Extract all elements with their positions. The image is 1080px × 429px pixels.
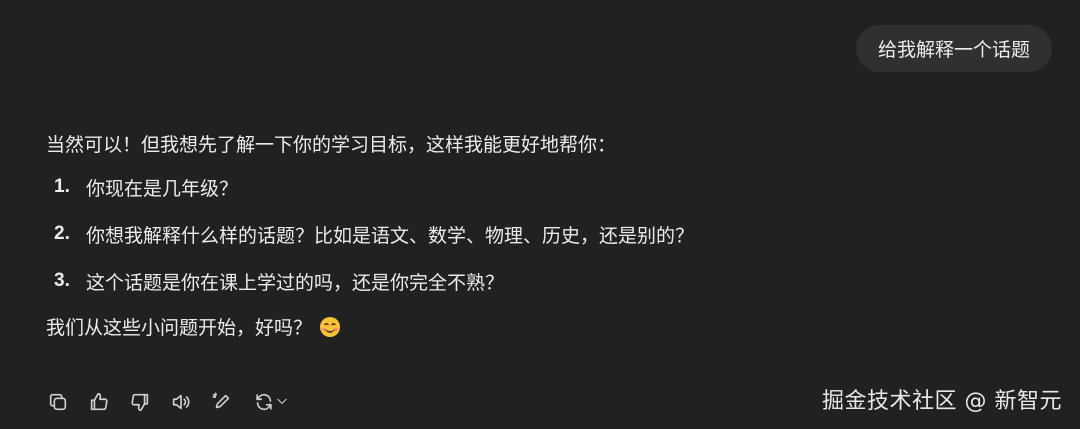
- reply-outro-text: 我们从这些小问题开始，好吗？: [46, 317, 313, 339]
- user-message-text: 给我解释一个话题: [877, 39, 1030, 61]
- assistant-reply: 当然可以！但我想先了解一下你的学习目标，这样我能更好地帮你： 1. 你现在是几年…: [46, 131, 1026, 342]
- question-list: 1. 你现在是几年级？ 2. 你想我解释什么样的话题？比如是语文、数学、物理、历…: [46, 173, 1026, 295]
- regenerate-icon: [256, 393, 272, 411]
- list-item-text: 你想我解释什么样的话题？比如是语文、数学、物理、历史，还是别的？: [86, 224, 695, 247]
- thumbs-down-icon: [131, 393, 149, 412]
- smiling-face-emoji-icon: [320, 317, 341, 337]
- reply-outro: 我们从这些小问题开始，好吗？: [46, 314, 1026, 342]
- read-aloud-button[interactable]: [169, 390, 193, 414]
- list-item: 3. 这个话题是你在课上学过的吗，还是你完全不熟？: [46, 267, 1026, 295]
- user-message-bubble: 给我解释一个话题: [855, 25, 1052, 72]
- list-item-number: 3.: [54, 270, 70, 291]
- regenerate-button[interactable]: [251, 390, 291, 414]
- list-item-number: 1.: [54, 176, 70, 197]
- speaker-icon: [172, 394, 190, 410]
- list-item-text: 这个话题是你在课上学过的吗，还是你完全不熟？: [86, 271, 505, 294]
- chevron-down-icon: [275, 393, 289, 412]
- thumbs-down-button[interactable]: [128, 390, 152, 414]
- list-item: 2. 你想我解释什么样的话题？比如是语文、数学、物理、历史，还是别的？: [46, 220, 1026, 248]
- watermark: 掘金技术社区 @ 新智元: [822, 389, 1062, 414]
- copy-button[interactable]: [46, 390, 70, 414]
- reply-intro: 当然可以！但我想先了解一下你的学习目标，这样我能更好地帮你：: [46, 134, 617, 156]
- edit-icon: [212, 392, 230, 409]
- thumbs-up-button[interactable]: [87, 390, 111, 414]
- list-item-number: 2.: [54, 223, 70, 244]
- copy-icon: [49, 393, 67, 411]
- message-actions-bar: [46, 390, 308, 414]
- edit-button[interactable]: [210, 390, 234, 414]
- list-item: 1. 你现在是几年级？: [46, 173, 1026, 201]
- thumbs-up-icon: [90, 392, 108, 411]
- list-item-text: 你现在是几年级？: [86, 177, 239, 200]
